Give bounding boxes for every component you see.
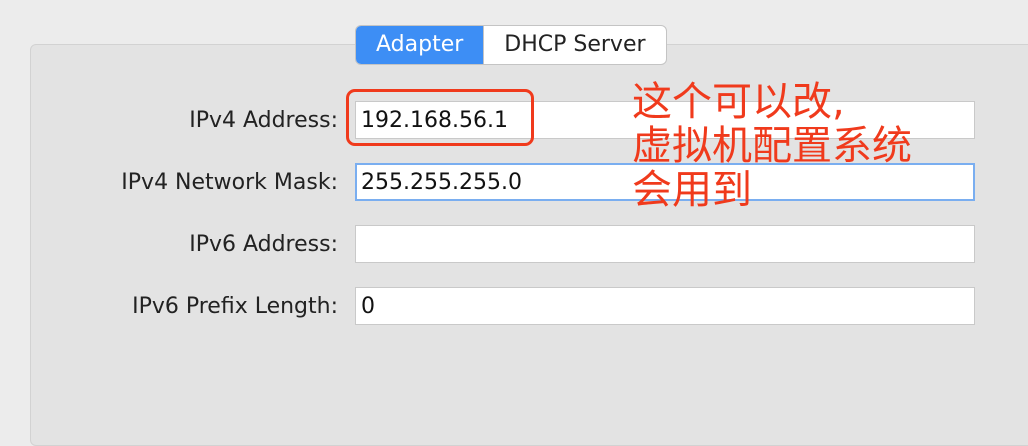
tab-adapter[interactable]: Adapter: [356, 26, 484, 64]
annotation-highlight-box: [346, 89, 534, 146]
ipv6-address-label: IPv6 Address:: [189, 232, 338, 257]
ipv6-prefix-length-label: IPv6 Prefix Length:: [132, 294, 338, 319]
annotation-line: 这个可以改,: [632, 79, 845, 125]
ipv6-prefix-length-field[interactable]: [355, 287, 975, 325]
annotation-line: 会用到: [632, 167, 752, 213]
ipv6-prefix-length-row: IPv6 Prefix Length:: [0, 287, 1028, 327]
annotation-note: 这个可以改, 虚拟机配置系统 会用到: [632, 80, 912, 212]
ipv4-network-mask-label: IPv4 Network Mask:: [121, 170, 338, 195]
ipv6-address-row: IPv6 Address:: [0, 225, 1028, 265]
annotation-line: 虚拟机配置系统: [632, 123, 912, 169]
tab-dhcp-server[interactable]: DHCP Server: [483, 26, 665, 64]
ipv4-address-label: IPv4 Address:: [189, 108, 338, 133]
tab-bar: Adapter DHCP Server: [355, 25, 667, 65]
ipv6-address-field[interactable]: [355, 225, 975, 263]
